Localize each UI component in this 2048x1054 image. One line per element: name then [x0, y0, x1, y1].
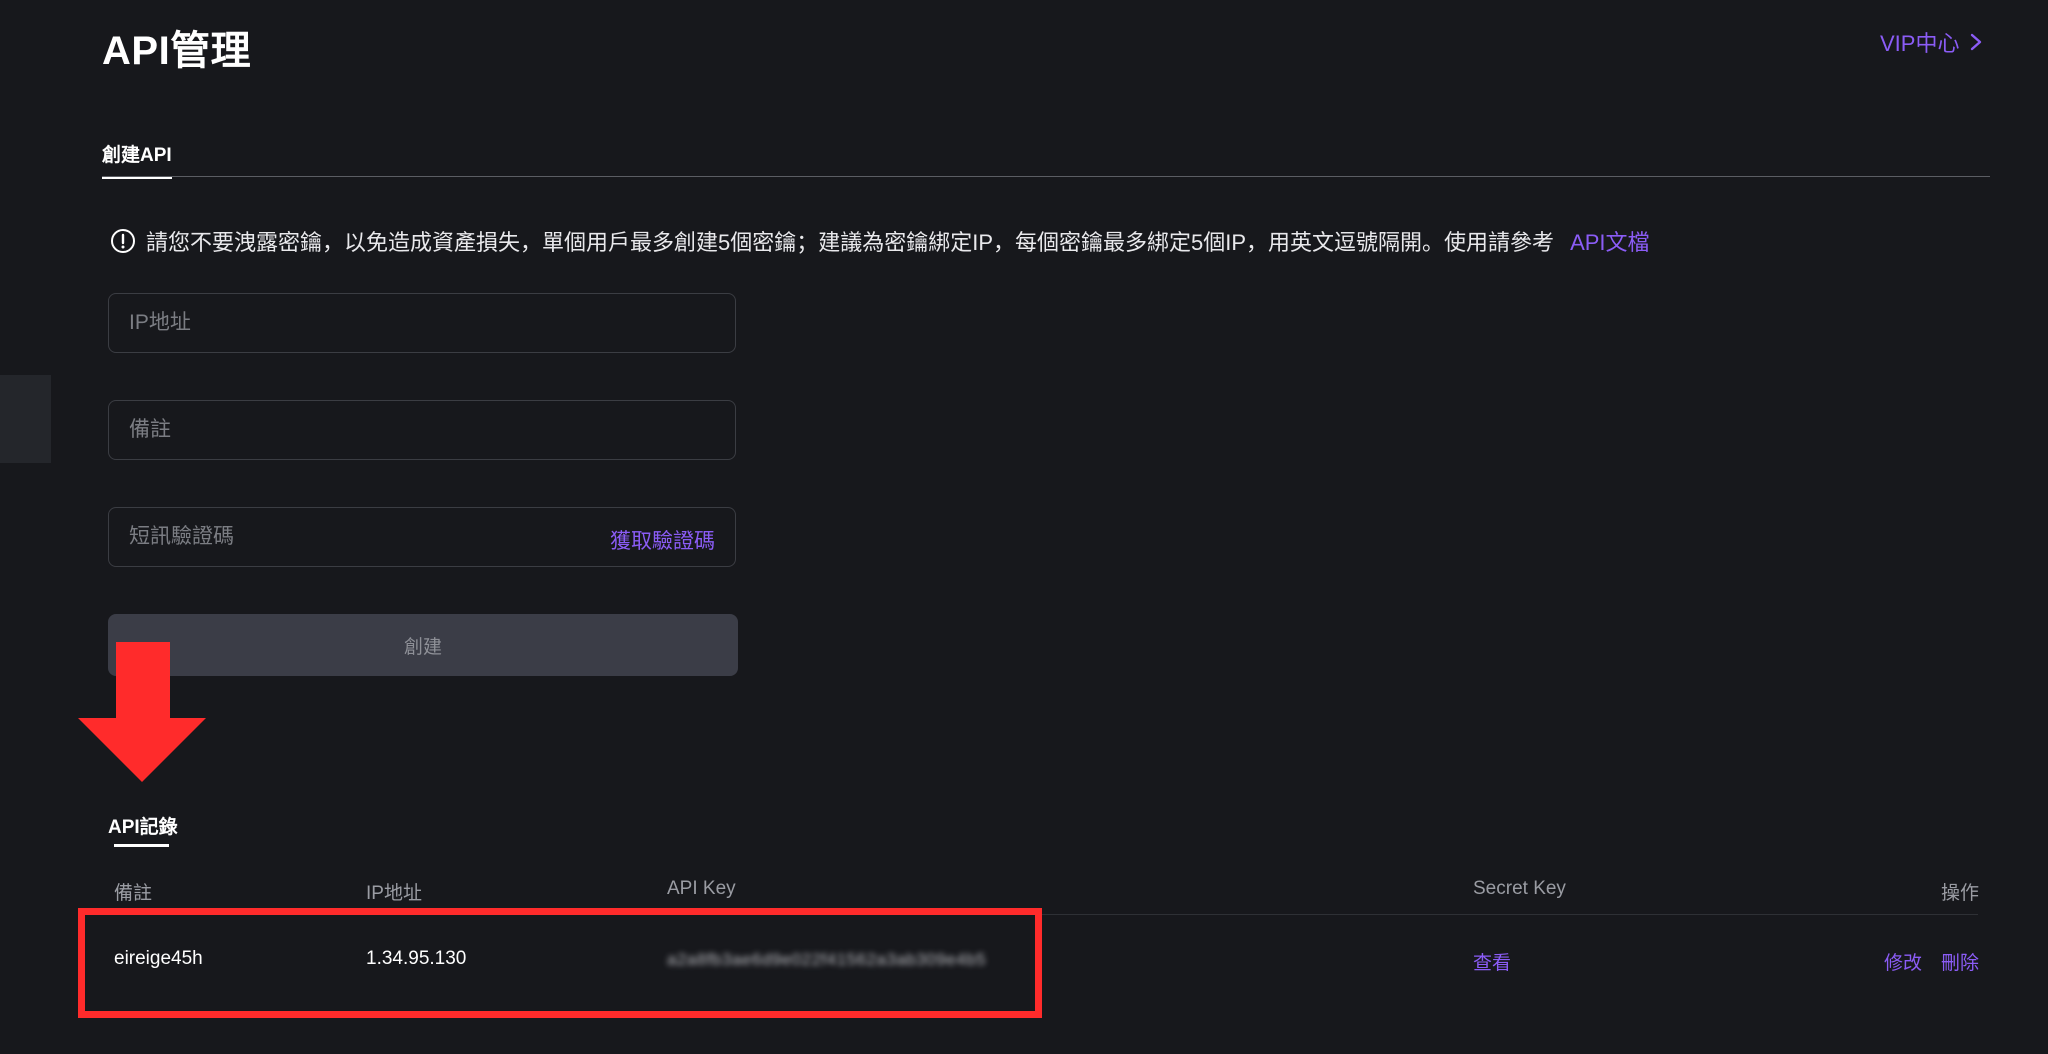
- records-tab-underline: [114, 844, 169, 847]
- column-header-actions: 操作: [1941, 883, 1980, 904]
- note-input[interactable]: [109, 401, 735, 459]
- vip-center-label: VIP中心: [1880, 31, 1960, 56]
- api-docs-link[interactable]: API文檔: [1570, 225, 1649, 257]
- get-code-button[interactable]: 獲取驗證碼: [610, 525, 715, 555]
- column-header-api-key: API Key: [667, 878, 736, 899]
- notice-text: 請您不要洩露密鑰，以免造成資產損失，單個用戶最多創建5個密鑰；建議為密鑰綁定IP…: [146, 230, 1555, 255]
- column-header-secret-key: Secret Key: [1473, 878, 1566, 899]
- page-title: API管理: [102, 29, 252, 73]
- down-arrow-annotation: [78, 642, 206, 782]
- column-header-ip: IP地址: [366, 883, 422, 904]
- security-notice: 請您不要洩露密鑰，以免造成資產損失，單個用戶最多創建5個密鑰；建議為密鑰綁定IP…: [110, 225, 1650, 257]
- view-secret-key-button[interactable]: 查看: [1473, 948, 1511, 975]
- ip-address-input[interactable]: [109, 294, 735, 352]
- side-panel-handle[interactable]: [0, 375, 51, 463]
- sms-code-field[interactable]: 獲取驗證碼: [108, 507, 736, 567]
- highlight-box-annotation: [78, 908, 1042, 1018]
- chevron-right-icon: [1971, 33, 1982, 51]
- vip-center-link[interactable]: VIP中心: [1880, 26, 1983, 58]
- info-circle-icon: [111, 229, 135, 253]
- api-records-title: API記錄: [108, 817, 178, 838]
- note-field[interactable]: [108, 400, 736, 460]
- ip-address-field[interactable]: [108, 293, 736, 353]
- delete-button[interactable]: 刪除: [1941, 948, 1979, 975]
- edit-button[interactable]: 修改: [1884, 948, 1922, 975]
- tab-bar: 創建API: [102, 140, 1990, 179]
- column-header-note: 備註: [114, 883, 153, 904]
- tab-create-api[interactable]: 創建API: [102, 140, 172, 179]
